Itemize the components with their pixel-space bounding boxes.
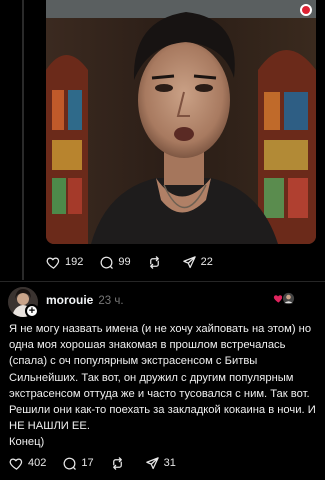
comment-button[interactable]: 99 [99, 255, 131, 270]
post-body: Я не могу назвать имена (и не хочу хайпо… [9, 321, 319, 451]
repost-button[interactable] [147, 255, 166, 270]
repost-button[interactable] [110, 456, 129, 471]
liker-avatar-icon [282, 292, 295, 305]
share-button[interactable]: 31 [145, 456, 176, 471]
comment-bubble-icon [63, 457, 77, 470]
comment-button[interactable]: 17 [62, 456, 94, 471]
threads-feed: 192 99 22 + morouie 23 ч. Я не могу назв… [0, 0, 325, 480]
comment-count: 99 [118, 256, 131, 268]
share-count: 31 [163, 457, 176, 469]
send-icon [182, 256, 196, 269]
post-actions: 402 17 31 [9, 456, 192, 471]
follow-plus-icon[interactable]: + [25, 304, 39, 318]
like-button[interactable]: 192 [46, 255, 83, 270]
like-count: 192 [65, 256, 84, 268]
notification-badge [300, 4, 312, 16]
top-post-actions: 192 99 22 [46, 255, 229, 270]
repost-icon [149, 256, 159, 269]
thread-connector-line [22, 0, 24, 280]
send-icon [145, 457, 159, 470]
share-count: 22 [200, 256, 213, 268]
heart-icon [46, 257, 60, 269]
like-count: 402 [28, 457, 47, 469]
liked-by-indicator[interactable] [273, 292, 295, 305]
heart-icon [9, 458, 23, 470]
username[interactable]: morouie [46, 293, 93, 307]
post-ending: Конец) [9, 436, 45, 449]
post-divider [0, 281, 325, 282]
like-button[interactable]: 402 [9, 456, 46, 471]
share-button[interactable]: 22 [182, 255, 213, 270]
repost-icon [112, 457, 122, 470]
post-text: Я не могу назвать имена (и не хочу хайпо… [9, 323, 316, 433]
post-photo[interactable] [46, 0, 316, 244]
post-header: morouie 23 ч. [46, 293, 124, 307]
timestamp: 23 ч. [98, 295, 124, 307]
comment-count: 17 [81, 457, 94, 469]
comment-bubble-icon [100, 256, 114, 269]
